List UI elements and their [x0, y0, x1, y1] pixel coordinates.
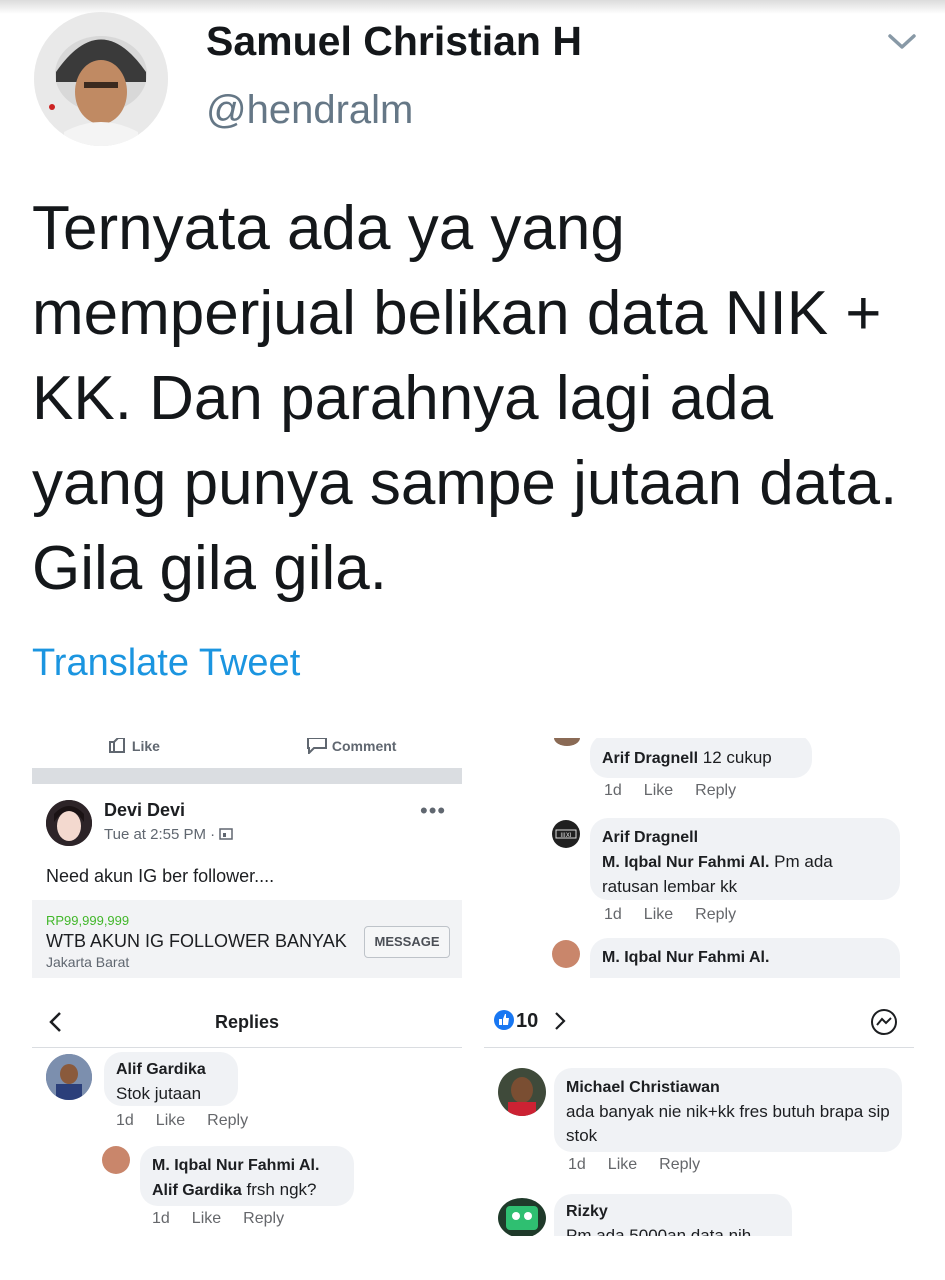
comment-icon [307, 738, 327, 756]
avatar[interactable] [498, 1068, 546, 1116]
comment-like-link[interactable]: Like [156, 1112, 185, 1129]
comment-actions: 1d Like Reply [604, 782, 758, 800]
user-handle[interactable]: @hendralm [206, 88, 413, 133]
poster-name[interactable]: Devi Devi [104, 800, 185, 821]
comment-bubble: Alif Gardika Stok jutaan [104, 1052, 238, 1106]
post-time: Tue at 2:55 PM · [104, 826, 220, 843]
post-body: Need akun IG ber follower.... [46, 866, 275, 886]
commenter-name[interactable]: Arif Dragnell [602, 750, 698, 767]
comment-reply-link[interactable]: Reply [695, 906, 736, 923]
comment-bubble: Arif Dragnell 12 cukup [590, 738, 812, 778]
screenshot-marketplace-post: Like Comment Devi Devi Tue at 2:55 PM · … [32, 738, 462, 978]
comment-text: ada banyak nie nik+kk fres butuh brapa s… [566, 1102, 890, 1145]
commenter-name[interactable]: Michael Christiawan [566, 1076, 890, 1100]
comment-like-link[interactable]: Like [644, 906, 673, 923]
comment-actions: 1d Like Reply [116, 1112, 270, 1130]
screenshot-comments-b: 10 Michael Christiawan ada banyak nie ni… [484, 998, 914, 1236]
comment-reply-link[interactable]: Reply [659, 1156, 700, 1173]
comment-time: 1d [604, 906, 622, 923]
mention-link[interactable]: Alif Gardika [152, 1182, 242, 1199]
post-meta: Tue at 2:55 PM · [104, 826, 234, 843]
post-action-bar: Like Comment [32, 738, 462, 768]
mention-link[interactable]: M. Iqbal Nur Fahmi Al. [602, 854, 769, 871]
comment-actions: 1d Like Reply [152, 1210, 306, 1228]
marketplace-icon [219, 828, 234, 840]
page-title: Replies [214, 1012, 280, 1032]
commenter-name[interactable]: Arif Dragnell [602, 826, 888, 850]
avatar[interactable] [46, 1054, 92, 1100]
avatar[interactable] [102, 1146, 130, 1174]
thumbs-up-icon [109, 738, 125, 753]
comment-text: Pm ada 5000an data nih [566, 1226, 752, 1236]
listing-price: RP99,999,999 [46, 913, 130, 928]
avatar[interactable] [554, 738, 580, 746]
comment-reply-link[interactable]: Reply [243, 1210, 284, 1227]
translate-tweet-link[interactable]: Translate Tweet [32, 642, 300, 685]
comment-time: 1d [116, 1112, 134, 1129]
messenger-icon[interactable] [870, 1008, 898, 1036]
comment-text: 12 cukup [702, 748, 772, 767]
comment-text: frsh ngk? [246, 1180, 317, 1199]
like-label: Like [131, 738, 160, 754]
comment-text: Stok jutaan [116, 1084, 202, 1103]
profile-avatar[interactable] [34, 12, 168, 146]
comment-like-link[interactable]: Like [608, 1156, 637, 1173]
comment-reply-link[interactable]: Reply [695, 782, 736, 799]
comment-like-link[interactable]: Like [644, 782, 673, 799]
commenter-name[interactable]: Alif Gardika [116, 1058, 226, 1082]
screenshot-comments-a: Arif Dragnell 12 cukup 1d Like Reply IIIXI… [484, 738, 914, 978]
poster-avatar[interactable] [46, 800, 92, 846]
like-reaction-icon[interactable] [494, 1010, 514, 1030]
comment-bubble: Arif Dragnell M. Iqbal Nur Fahmi Al. Pm … [590, 818, 900, 900]
status-divider [0, 0, 945, 14]
listing-title: WTB AKUN IG FOLLOWER BANYAK [46, 931, 347, 951]
section-separator [32, 768, 462, 784]
avatar[interactable] [552, 940, 580, 968]
comment-action[interactable]: Comment [306, 738, 397, 756]
commenter-name[interactable]: M. Iqbal Nur Fahmi Al. [602, 946, 888, 970]
comment-bubble: Rizky Pm ada 5000an data nih [554, 1194, 792, 1236]
chevron-down-icon[interactable] [884, 26, 920, 56]
comment-actions: 1d Like Reply [568, 1156, 722, 1174]
comments-header [484, 998, 914, 1048]
comment-time: 1d [604, 782, 622, 799]
chevron-right-icon[interactable] [552, 1010, 568, 1032]
display-name[interactable]: Samuel Christian H [206, 18, 582, 65]
comment-label: Comment [331, 738, 397, 754]
listing-location: Jakarta Barat [46, 954, 130, 970]
comment-reply-link[interactable]: Reply [207, 1112, 248, 1129]
reaction-count[interactable]: 10 [516, 1010, 538, 1033]
comment-bubble: Michael Christiawan ada banyak nie nik+k… [554, 1068, 902, 1152]
comment-bubble: M. Iqbal Nur Fahmi Al. [590, 938, 900, 978]
comment-like-link[interactable]: Like [192, 1210, 221, 1227]
like-action[interactable]: Like [108, 738, 160, 754]
comment-bubble: M. Iqbal Nur Fahmi Al. Alif Gardika frsh… [140, 1146, 354, 1206]
commenter-name[interactable]: M. Iqbal Nur Fahmi Al. [152, 1154, 342, 1178]
message-button[interactable]: MESSAGE [364, 926, 450, 958]
avatar[interactable]: IIIXI [552, 820, 580, 848]
comment-time: 1d [152, 1210, 170, 1227]
avatar[interactable] [498, 1198, 546, 1236]
svg-text:IIIXI: IIIXI [560, 832, 571, 839]
tweet-text: Ternyata ada ya yang memperjual belikan … [32, 194, 898, 603]
commenter-name[interactable]: Rizky [566, 1200, 780, 1224]
more-options-icon[interactable]: ••• [420, 798, 446, 824]
comment-actions: 1d Like Reply [604, 906, 758, 924]
screenshot-replies: Replies Alif Gardika Stok jutaan 1d Like R… [32, 998, 462, 1236]
comment-time: 1d [568, 1156, 586, 1173]
